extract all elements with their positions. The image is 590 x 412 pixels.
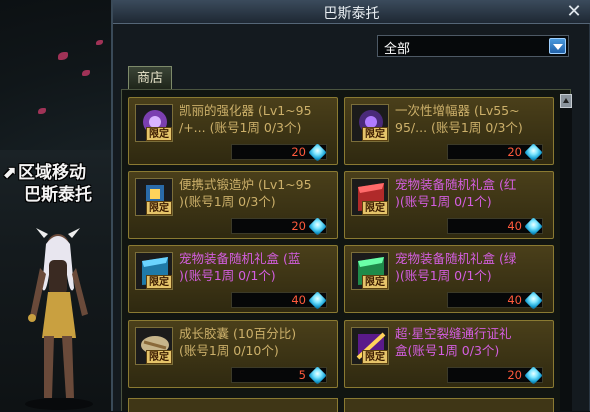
zone-portal-label[interactable]: ⬈ 区域移动 巴斯泰托: [2, 162, 112, 206]
price-box: 20: [447, 366, 543, 385]
item-price: 20: [291, 219, 306, 233]
crystal-gem-icon: [524, 366, 543, 385]
item-name-line2: )(账号1周 0/1个): [179, 268, 276, 283]
limited-badge: 限定: [146, 201, 172, 215]
shop-item[interactable]: 限定 成长胶囊 (10百分比) (账号1周 0/10个) 5: [128, 320, 338, 388]
arrow-icon: ⬈: [2, 163, 17, 183]
limited-badge: 限定: [362, 201, 388, 215]
shop-item[interactable]: 限定 一次性增幅器 (Lv55~ 95/... (账号1周 0/3个) 20: [344, 97, 554, 165]
zone-name: 巴斯泰托: [24, 185, 92, 205]
crystal-gem-icon: [308, 217, 327, 236]
close-icon[interactable]: ✕: [564, 2, 584, 22]
petal-decoration: [96, 40, 103, 45]
item-name: 宠物装备随机礼盒 (红 )(账号1周 0/1个): [395, 176, 551, 210]
item-name-line2: (账号1周 0/10个): [179, 343, 279, 358]
item-name-line1: 便携式锻造炉 (Lv1~95: [179, 177, 312, 192]
petal-decoration: [58, 52, 68, 60]
petal-decoration: [82, 70, 90, 76]
limited-badge: 限定: [146, 275, 172, 289]
blue-gift-box-icon: 限定: [135, 252, 173, 290]
forge-icon: 限定: [135, 178, 173, 216]
item-price: 20: [507, 145, 522, 159]
item-name: 宠物装备随机礼盒 (绿 )(账号1周 0/1个): [395, 250, 551, 284]
tab-shop[interactable]: 商店: [128, 66, 172, 90]
item-name-line2: )(账号1周 0/3个): [179, 194, 276, 209]
player-character[interactable]: [14, 228, 104, 411]
limited-badge: 限定: [146, 350, 172, 364]
shop-item[interactable]: 限定 便携式锻造炉 (Lv1~95 )(账号1周 0/3个) 20: [128, 171, 338, 239]
crystal-gem-icon: [524, 143, 543, 162]
shop-item-partial[interactable]: [344, 398, 554, 412]
item-name-line1: 宠物装备随机礼盒 (红: [395, 177, 517, 192]
price-box: 40: [447, 217, 543, 236]
item-name-line2: /+... (账号1周 0/3个): [179, 120, 302, 135]
item-price: 5: [298, 368, 306, 382]
chevron-down-icon[interactable]: [549, 38, 566, 54]
petal-decoration: [38, 108, 46, 114]
window-titlebar[interactable]: 巴斯泰托 ✕: [113, 0, 590, 24]
scrollbar[interactable]: [560, 94, 572, 411]
red-gift-box-icon: 限定: [351, 178, 389, 216]
price-box: 20: [231, 143, 327, 162]
crystal-gem-icon: [308, 143, 327, 162]
price-box: 20: [231, 217, 327, 236]
limited-badge: 限定: [362, 127, 388, 141]
crystal-gem-icon: [308, 291, 327, 310]
shop-window: 巴斯泰托 ✕ 全部 商店 限定 凯丽的强化器 (Lv1~95/+... (账号1周…: [111, 0, 590, 412]
limited-badge: 限定: [146, 127, 172, 141]
item-name: 成长胶囊 (10百分比) (账号1周 0/10个): [179, 325, 335, 359]
pass-gift-box-icon: 限定: [351, 327, 389, 365]
item-name: 凯丽的强化器 (Lv1~95 /+... (账号1周 0/3个): [179, 102, 335, 136]
limited-badge: 限定: [362, 350, 388, 364]
limited-badge: 限定: [362, 275, 388, 289]
item-price: 40: [507, 219, 522, 233]
shop-item-partial[interactable]: [128, 398, 338, 412]
shop-item[interactable]: 限定 宠物装备随机礼盒 (蓝 )(账号1周 0/1个) 40: [128, 245, 338, 313]
amplifier-icon: 限定: [351, 104, 389, 142]
item-name-line1: 宠物装备随机礼盒 (绿: [395, 251, 517, 266]
price-box: 40: [447, 291, 543, 310]
item-name-line2: 盒(账号1周 0/3个): [395, 343, 500, 358]
item-price: 20: [507, 368, 522, 382]
shop-item[interactable]: 限定 超·星空裂缝通行证礼 盒(账号1周 0/3个) 20: [344, 320, 554, 388]
enhancer-icon: 限定: [135, 104, 173, 142]
green-gift-box-icon: 限定: [351, 252, 389, 290]
item-name-line2: )(账号1周 0/1个): [395, 194, 492, 209]
item-price: 40: [291, 293, 306, 307]
item-price: 40: [507, 293, 522, 307]
item-name: 一次性增幅器 (Lv55~ 95/... (账号1周 0/3个): [395, 102, 551, 136]
item-name: 超·星空裂缝通行证礼 盒(账号1周 0/3个): [395, 325, 551, 359]
shop-item[interactable]: 限定 凯丽的强化器 (Lv1~95 /+... (账号1周 0/3个) 20: [128, 97, 338, 165]
capsule-icon: 限定: [135, 327, 173, 365]
item-name-line2: )(账号1周 0/1个): [395, 268, 492, 283]
item-name: 宠物装备随机礼盒 (蓝 )(账号1周 0/1个): [179, 250, 335, 284]
item-name-line1: 凯丽的强化器 (Lv1~95: [179, 103, 312, 118]
zone-action: 区域移动: [18, 163, 86, 183]
filter-selected-value: 全部: [384, 42, 411, 57]
scroll-up-button[interactable]: [560, 94, 572, 108]
crystal-gem-icon: [524, 291, 543, 310]
item-name-line1: 宠物装备随机礼盒 (蓝: [179, 251, 301, 266]
item-price: 20: [291, 145, 306, 159]
crystal-gem-icon: [308, 366, 327, 385]
shop-item[interactable]: 限定 宠物装备随机礼盒 (红 )(账号1周 0/1个) 40: [344, 171, 554, 239]
item-name-line1: 一次性增幅器 (Lv55~: [395, 103, 520, 118]
category-filter-dropdown[interactable]: 全部: [377, 35, 569, 57]
item-name-line2: 95/... (账号1周 0/3个): [395, 120, 523, 135]
shop-item[interactable]: 限定 宠物装备随机礼盒 (绿 )(账号1周 0/1个) 40: [344, 245, 554, 313]
item-name: 便携式锻造炉 (Lv1~95 )(账号1周 0/3个): [179, 176, 335, 210]
price-box: 5: [231, 366, 327, 385]
item-name-line1: 成长胶囊 (10百分比): [179, 326, 297, 341]
item-name-line1: 超·星空裂缝通行证礼: [395, 326, 512, 341]
price-box: 20: [447, 143, 543, 162]
window-title: 巴斯泰托: [323, 6, 380, 22]
crystal-gem-icon: [524, 217, 543, 236]
price-box: 40: [231, 291, 327, 310]
